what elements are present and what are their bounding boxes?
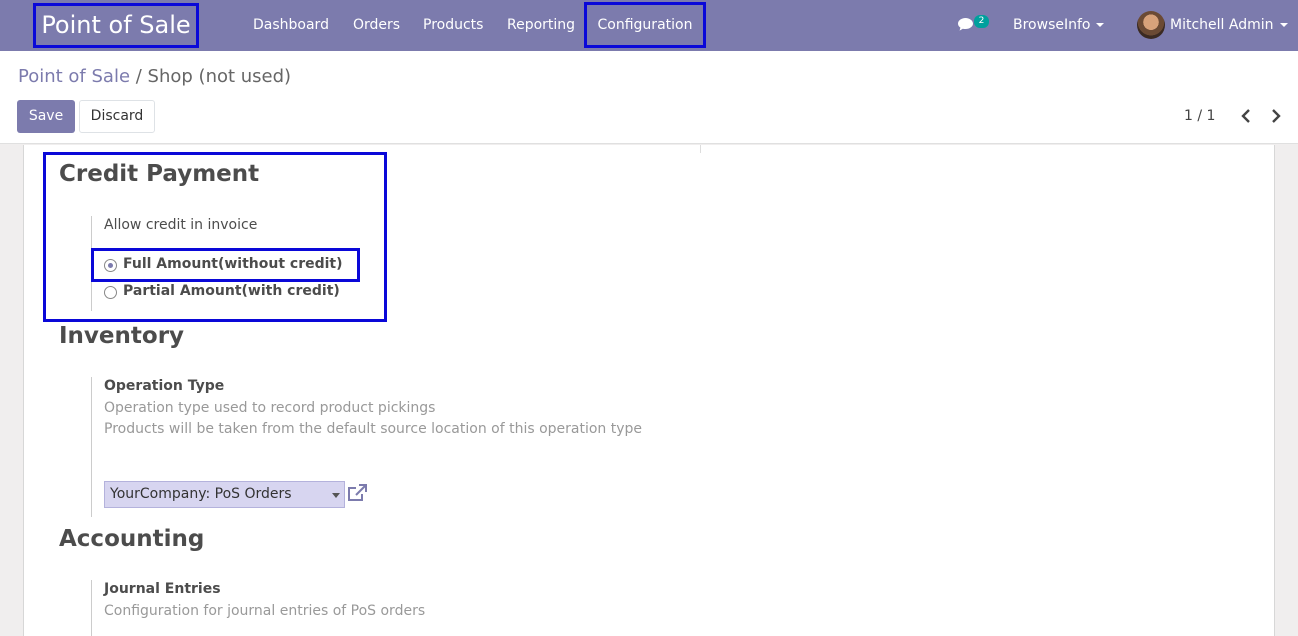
chat-count-badge: 2 xyxy=(974,15,989,28)
chevron-down-icon xyxy=(332,493,340,498)
discard-button[interactable]: Discard xyxy=(79,100,155,133)
full-amount-radio[interactable] xyxy=(104,259,117,272)
breadcrumb-parent[interactable]: Point of Sale xyxy=(18,66,130,87)
user-name: Mitchell Admin xyxy=(1170,17,1274,33)
external-link-icon[interactable] xyxy=(346,483,368,503)
save-button[interactable]: Save xyxy=(17,100,75,133)
journal-entries-help: Configuration for journal entries of PoS… xyxy=(104,603,426,619)
section-title-credit-payment: Credit Payment xyxy=(59,161,260,187)
operation-type-label: Operation Type xyxy=(104,378,225,394)
menu-products[interactable]: Products xyxy=(423,0,483,51)
partial-amount-label[interactable]: Partial Amount(with credit) xyxy=(123,283,340,299)
section-title-accounting: Accounting xyxy=(59,526,205,552)
menu-dashboard[interactable]: Dashboard xyxy=(253,0,329,51)
operation-type-help-2: Products will be taken from the default … xyxy=(104,421,643,437)
pager-value[interactable]: 1 / 1 xyxy=(1184,108,1215,124)
breadcrumb-current: Shop (not used) xyxy=(147,66,292,87)
menu-configuration[interactable]: Configuration xyxy=(584,2,706,48)
menu-reporting[interactable]: Reporting xyxy=(507,0,575,51)
operation-type-help: Operation type used to record product pi… xyxy=(104,400,436,416)
breadcrumb: Point of Sale / Shop (not used) xyxy=(18,66,291,87)
chevron-left-icon[interactable] xyxy=(1240,109,1252,123)
field-guide-line xyxy=(91,580,92,636)
operation-type-value: YourCompany: PoS Orders xyxy=(110,486,292,502)
avatar[interactable] xyxy=(1137,11,1165,39)
menu-orders[interactable]: Orders xyxy=(353,0,400,51)
column-divider xyxy=(700,145,701,153)
journal-entries-label: Journal Entries xyxy=(104,581,221,597)
breadcrumb-separator: / xyxy=(130,66,148,87)
field-guide-line xyxy=(91,377,92,517)
allow-credit-label: Allow credit in invoice xyxy=(104,217,258,233)
top-navbar: Point of Sale Dashboard Orders Products … xyxy=(0,0,1298,51)
chat-icon xyxy=(958,18,973,31)
user-menu[interactable]: Mitchell Admin xyxy=(1170,0,1288,51)
section-title-inventory: Inventory xyxy=(59,323,185,349)
chevron-down-icon xyxy=(1279,23,1288,27)
partial-amount-radio[interactable] xyxy=(104,286,117,299)
operation-type-select[interactable]: YourCompany: PoS Orders xyxy=(104,481,345,508)
company-name: BrowseInfo xyxy=(1013,17,1091,33)
full-amount-label[interactable]: Full Amount(without credit) xyxy=(123,256,343,272)
company-switcher[interactable]: BrowseInfo xyxy=(1013,0,1105,51)
form-sheet: Credit Payment Allow credit in invoice F… xyxy=(23,145,1275,636)
app-brand[interactable]: Point of Sale xyxy=(33,3,199,48)
chevron-right-icon[interactable] xyxy=(1270,109,1282,123)
control-panel: Point of Sale / Shop (not used) Save Dis… xyxy=(0,51,1298,144)
chevron-down-icon xyxy=(1096,23,1105,27)
